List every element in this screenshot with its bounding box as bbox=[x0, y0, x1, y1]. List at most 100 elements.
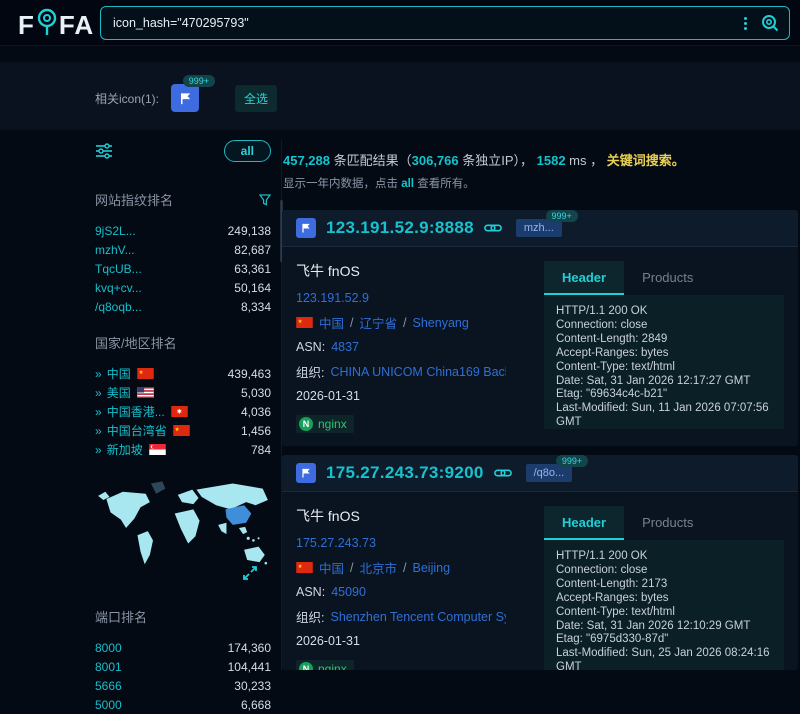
result-ip-link[interactable]: 123.191.52.9 bbox=[296, 291, 369, 305]
result-date: 2026-01-31 bbox=[296, 634, 530, 648]
nginx-icon: N bbox=[299, 417, 313, 431]
svg-text:✱: ✱ bbox=[176, 409, 181, 416]
fofa-o-search-icon bbox=[35, 7, 59, 44]
http-header-text: HTTP/1.1 200 OK Connection: close Conten… bbox=[556, 550, 772, 670]
tab-products[interactable]: Products bbox=[624, 261, 711, 295]
fingerprint-row[interactable]: kvq+cv...50,164 bbox=[95, 278, 271, 297]
country-row[interactable]: »中国 ★ 439,463 bbox=[95, 364, 271, 383]
http-header-panel: HTTP/1.1 200 OK Connection: close Conten… bbox=[544, 295, 784, 429]
result-card-header: 123.191.52.9:8888 mzh...999+ bbox=[282, 210, 798, 247]
geo-city-link[interactable]: Shenyang bbox=[413, 316, 469, 330]
flag-cn-icon: ★ bbox=[173, 425, 190, 436]
fofa-logo[interactable]: F FA bbox=[18, 7, 94, 44]
search-box bbox=[100, 6, 790, 40]
geo-country-link[interactable]: 中国 bbox=[319, 558, 344, 577]
related-icon-label: 相关icon(1): bbox=[95, 90, 159, 107]
favicon-thumbnail[interactable]: 999+ bbox=[171, 84, 199, 112]
world-map[interactable] bbox=[95, 473, 271, 591]
org-label: 组织: bbox=[296, 362, 324, 381]
search-input[interactable] bbox=[113, 16, 737, 30]
result-details: 飞牛 fnOS 123.191.52.9 ★ 中国/ 辽宁省/ Shenyang… bbox=[296, 261, 530, 446]
result-ip-port-link[interactable]: 175.27.243.73:9200 bbox=[326, 463, 484, 483]
result-date: 2026-01-31 bbox=[296, 389, 530, 403]
http-header-text: HTTP/1.1 200 OK Connection: close Conten… bbox=[556, 305, 772, 429]
asn-label: ASN: bbox=[296, 340, 325, 354]
all-filter-pill[interactable]: all bbox=[224, 140, 271, 162]
related-icon-band: 相关icon(1): 999+ 全选 bbox=[0, 62, 800, 130]
keyword-search-link[interactable]: 关键词搜索。 bbox=[607, 153, 685, 168]
funnel-filter-icon[interactable] bbox=[259, 194, 271, 206]
link-chain-icon[interactable] bbox=[494, 468, 512, 478]
asn-label: ASN: bbox=[296, 585, 325, 599]
filter-sliders-icon[interactable] bbox=[95, 143, 113, 159]
result-title: 飞牛 fnOS bbox=[296, 261, 530, 281]
double-chevron-icon: » bbox=[95, 367, 101, 381]
fingerprint-row[interactable]: /q8oqb...8,334 bbox=[95, 297, 271, 316]
svg-text:★: ★ bbox=[138, 370, 143, 376]
geo-region-link[interactable]: 北京市 bbox=[360, 558, 398, 577]
results-stats: 457,288 条匹配结果（306,766 条独立IP）， 1582 ms ， … bbox=[283, 150, 798, 169]
query-time: 1582 bbox=[537, 153, 566, 168]
tab-products[interactable]: Products bbox=[624, 506, 711, 540]
fingerprint-row[interactable]: mzhV...82,687 bbox=[95, 240, 271, 259]
link-chain-icon[interactable] bbox=[484, 223, 502, 233]
geo-country-link[interactable]: 中国 bbox=[319, 313, 344, 332]
flag-cn-icon: ★ bbox=[137, 368, 154, 379]
result-ip-port-link[interactable]: 123.191.52.9:8888 bbox=[326, 218, 474, 238]
fingerprint-row[interactable]: TqcUB...63,361 bbox=[95, 259, 271, 278]
asn-link[interactable]: 4837 bbox=[331, 340, 359, 354]
topbar: F FA bbox=[0, 0, 800, 46]
favicon-checkbox[interactable] bbox=[296, 218, 316, 238]
result-card: 175.27.243.73:9200 /q8o...999+ 飞牛 fnOS 1… bbox=[282, 455, 798, 670]
all-link[interactable]: all bbox=[401, 178, 414, 190]
geo-region-link[interactable]: 辽宁省 bbox=[360, 313, 398, 332]
flag-cn-icon: ★ bbox=[296, 562, 313, 573]
select-all-button[interactable]: 全选 bbox=[235, 85, 277, 112]
tag-count-badge: 999+ bbox=[546, 210, 578, 222]
country-row[interactable]: »美国 5,030 bbox=[95, 383, 271, 402]
org-label: 组织: bbox=[296, 607, 324, 626]
port-row[interactable]: 8001104,441 bbox=[95, 657, 271, 676]
svg-text:★: ★ bbox=[298, 319, 303, 325]
svg-text:★: ★ bbox=[298, 564, 303, 570]
fingerprint-tag[interactable]: /q8o...999+ bbox=[526, 464, 573, 482]
flag-cn-icon: ★ bbox=[296, 317, 313, 328]
fingerprint-rank-title: 网站指纹排名 bbox=[95, 190, 271, 209]
svg-text:★: ★ bbox=[174, 427, 179, 433]
country-row[interactable]: »中国台湾省 ★ 1,456 bbox=[95, 421, 271, 440]
result-card: 123.191.52.9:8888 mzh...999+ 飞牛 fnOS 123… bbox=[282, 210, 798, 446]
geo-city-link[interactable]: Beijing bbox=[413, 561, 451, 575]
double-chevron-icon: » bbox=[95, 424, 101, 438]
server-badge[interactable]: Nnginx bbox=[296, 415, 354, 433]
fingerprint-row[interactable]: 9jS2L...249,138 bbox=[95, 221, 271, 240]
logo-letter-f: F bbox=[18, 10, 35, 41]
port-rank-title: 端口排名 bbox=[95, 607, 271, 626]
port-row[interactable]: 566630,233 bbox=[95, 676, 271, 695]
sidebar: all 网站指纹排名 9jS2L...249,138 mzhV...82,687… bbox=[95, 140, 271, 714]
count-badge: 999+ bbox=[183, 75, 215, 87]
expand-map-icon[interactable] bbox=[241, 564, 259, 587]
server-badge[interactable]: Nnginx bbox=[296, 660, 354, 670]
match-count: 457,288 bbox=[283, 153, 330, 168]
result-card-header: 175.27.243.73:9200 /q8o...999+ bbox=[282, 455, 798, 492]
port-row[interactable]: 50006,668 bbox=[95, 695, 271, 714]
asn-link[interactable]: 45090 bbox=[331, 585, 366, 599]
fingerprint-tag[interactable]: mzh...999+ bbox=[516, 219, 562, 237]
search-icon[interactable] bbox=[761, 14, 779, 32]
favicon-checkbox[interactable] bbox=[296, 463, 316, 483]
tab-header[interactable]: Header bbox=[544, 506, 624, 540]
country-rank-title: 国家/地区排名 bbox=[95, 333, 271, 352]
kebab-menu-icon[interactable] bbox=[737, 14, 753, 32]
tab-header[interactable]: Header bbox=[544, 261, 624, 295]
port-row[interactable]: 8000174,360 bbox=[95, 638, 271, 657]
org-link[interactable]: Shenzhen Tencent Computer Systems Compa.… bbox=[330, 610, 506, 624]
tag-count-badge: 999+ bbox=[556, 455, 588, 467]
result-ip-link[interactable]: 175.27.243.73 bbox=[296, 536, 376, 550]
result-details: 飞牛 fnOS 175.27.243.73 ★ 中国/ 北京市/ Beijing… bbox=[296, 506, 530, 670]
results-hint: 显示一年内数据，点击 all 查看所有。 bbox=[283, 175, 798, 191]
double-chevron-icon: » bbox=[95, 405, 101, 419]
country-row[interactable]: »中国香港... ✱ 4,036 bbox=[95, 402, 271, 421]
country-row[interactable]: »新加坡 784 bbox=[95, 440, 271, 459]
org-link[interactable]: CHINA UNICOM China169 Backbone bbox=[330, 365, 506, 379]
logo-letters-fa: FA bbox=[59, 10, 94, 41]
